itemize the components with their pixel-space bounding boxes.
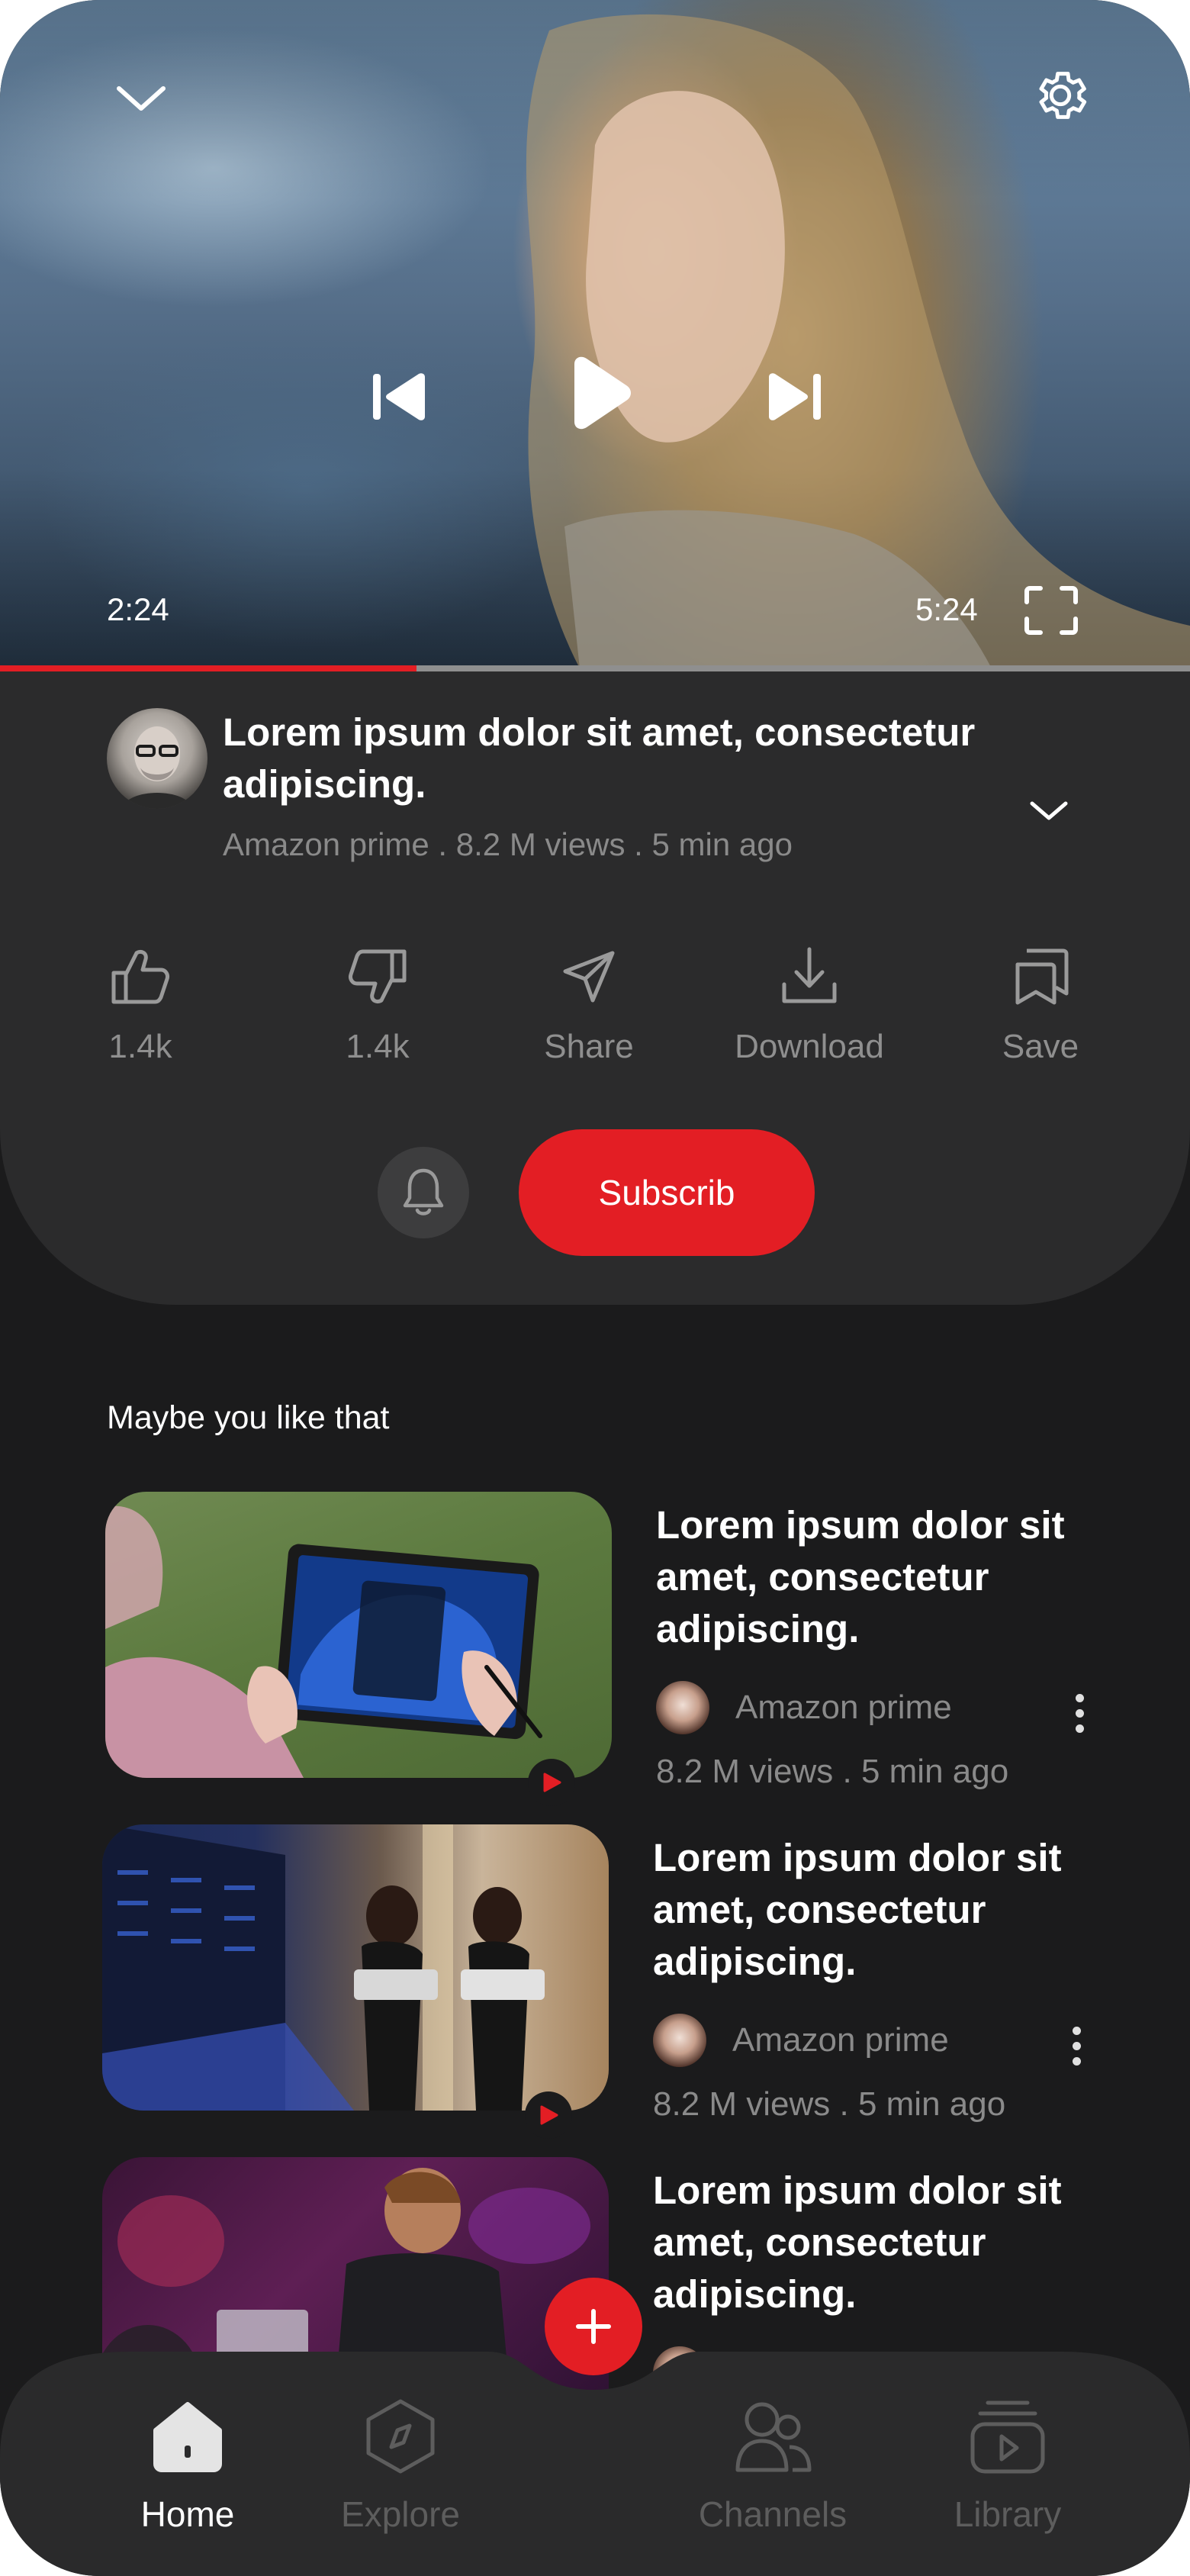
duration: 5:24 [915, 591, 978, 627]
skip-previous-icon[interactable] [366, 362, 435, 431]
expand-description-chevron-icon[interactable] [1026, 796, 1072, 826]
section-title: Maybe you like that [107, 1399, 390, 1436]
nav-channels[interactable]: Channels [681, 2387, 864, 2535]
video-title: Lorem ipsum dolor sit amet, consectetur … [223, 710, 976, 806]
channel-avatar[interactable] [107, 708, 207, 809]
channel-name[interactable]: Amazon prime [732, 2021, 949, 2059]
share-icon [497, 942, 680, 1011]
explore-icon [309, 2387, 492, 2486]
dislike-button[interactable]: 1.4k [286, 942, 469, 1066]
minimize-chevron-icon[interactable] [111, 76, 172, 122]
video-card[interactable]: Lorem ipsum dolor sit amet, consectetur … [0, 1492, 1190, 1806]
save-icon [949, 942, 1132, 1011]
nav-explore-label: Explore [341, 2494, 460, 2534]
video-thumbnail[interactable] [105, 1492, 612, 1778]
bell-icon [403, 1168, 444, 1216]
progress-bar[interactable] [0, 665, 1190, 671]
phone-screen: 2:24 5:24 Lorem ipsum dolor sit amet, co… [0, 0, 1190, 2576]
video-frame-art [526, 14, 1190, 668]
download-label: Download [735, 1028, 884, 1065]
video-card-title[interactable]: Lorem ipsum dolor sit amet, consectetur … [656, 1499, 1114, 1655]
subscribe-button[interactable]: Subscrib [519, 1129, 815, 1256]
nav-library[interactable]: Library [916, 2387, 1099, 2535]
dislike-count: 1.4k [346, 1028, 410, 1065]
channel-avatar[interactable] [656, 1681, 709, 1734]
current-time: 2:24 [107, 591, 169, 627]
settings-gear-icon[interactable] [1026, 61, 1095, 130]
channel-avatar[interactable] [653, 2014, 706, 2067]
video-player[interactable]: 2:24 5:24 [0, 0, 1190, 668]
save-button[interactable]: Save [949, 942, 1132, 1066]
play-icon[interactable] [557, 351, 641, 435]
thumbs-up-icon [49, 942, 232, 1011]
thumbs-down-icon [286, 942, 469, 1011]
video-thumbnail[interactable] [102, 1824, 609, 2111]
video-stats: 8.2 M views . 5 min ago [653, 2085, 1006, 2123]
download-button[interactable]: Download [718, 942, 901, 1066]
notification-bell-button[interactable] [378, 1147, 469, 1238]
fullscreen-icon[interactable] [1018, 578, 1084, 643]
share-label: Share [544, 1028, 634, 1065]
like-button[interactable]: 1.4k [49, 942, 232, 1066]
video-card-title[interactable]: Lorem ipsum dolor sit amet, consectetur … [653, 2165, 1111, 2320]
share-button[interactable]: Share [497, 942, 680, 1066]
play-badge-icon [525, 2091, 572, 2139]
home-icon [96, 2387, 279, 2486]
nav-library-label: Library [954, 2494, 1062, 2534]
library-icon [916, 2387, 1099, 2486]
download-icon [718, 942, 901, 1011]
nav-home-label: Home [140, 2494, 235, 2534]
nav-explore[interactable]: Explore [309, 2387, 492, 2535]
progress-bar-fill [0, 665, 416, 671]
save-label: Save [1002, 1028, 1079, 1065]
video-card[interactable]: Lorem ipsum dolor sit amet, consectetur … [0, 1824, 1190, 2139]
channels-icon [681, 2387, 864, 2486]
nav-home[interactable]: Home [96, 2387, 279, 2535]
nav-channels-label: Channels [698, 2494, 847, 2534]
play-badge-icon [528, 1759, 575, 1806]
channel-name[interactable]: Amazon prime [735, 1689, 952, 1727]
more-vertical-icon[interactable] [1064, 1675, 1095, 1751]
create-button[interactable] [545, 2278, 642, 2375]
video-meta: Amazon prime . 8.2 M views . 5 min ago [223, 826, 793, 862]
skip-next-icon[interactable] [759, 362, 828, 431]
like-count: 1.4k [108, 1028, 172, 1065]
video-stats: 8.2 M views . 5 min ago [656, 1753, 1009, 1790]
more-vertical-icon[interactable] [1061, 2008, 1092, 2084]
plus-icon [576, 2309, 611, 2344]
video-card-title[interactable]: Lorem ipsum dolor sit amet, consectetur … [653, 1832, 1111, 1988]
